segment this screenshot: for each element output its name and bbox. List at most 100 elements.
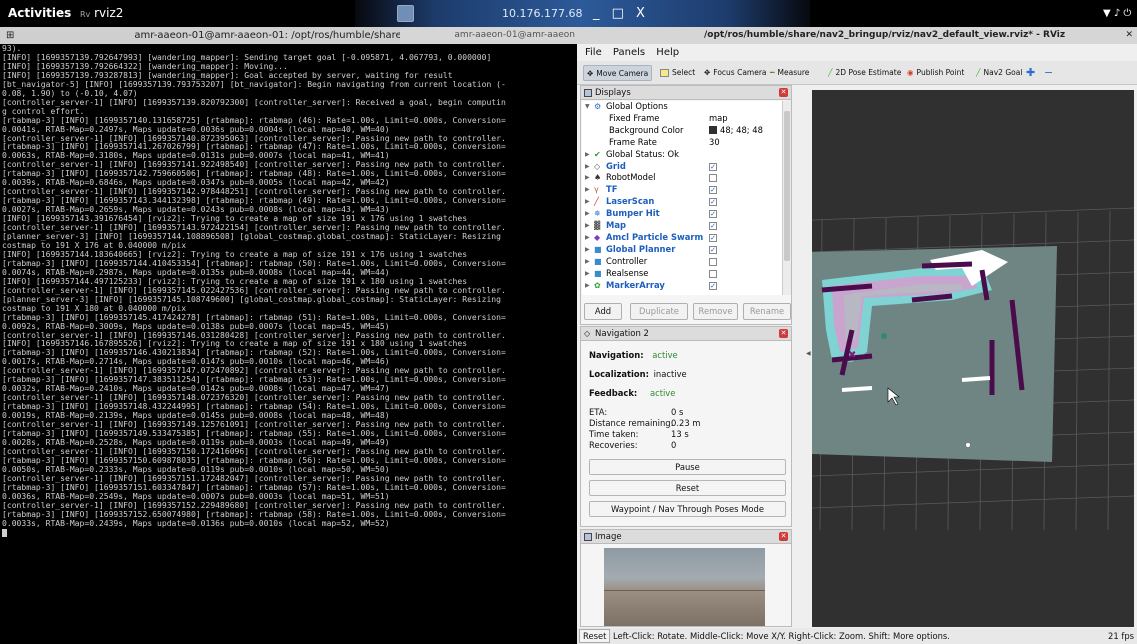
tree-global-options[interactable]: ▼ ⚙ Global Options — [582, 101, 782, 113]
waypoint-mode-button[interactable]: Waypoint / Nav Through Poses Mode — [589, 501, 786, 517]
expand-icon[interactable]: ▶ — [585, 172, 590, 184]
odom-dot — [966, 443, 970, 447]
tree-global-status[interactable]: ▶ ✔ Global Status: Ok — [582, 149, 782, 161]
enable-checkbox[interactable] — [709, 269, 717, 278]
panel-splitter[interactable]: ◀ — [805, 90, 812, 627]
displays-title[interactable]: Displays ✕ — [581, 86, 791, 100]
enable-checkbox[interactable]: ✓ — [709, 281, 717, 290]
display-type-icon: ◆ — [594, 232, 601, 242]
display-item[interactable]: ▶ ✿ MarkerArray ✓ — [582, 280, 782, 292]
tool-select[interactable]: Select — [657, 65, 698, 81]
terminal-output[interactable]: 93). [INFO] [1699357139.792647993] [wande… — [0, 44, 577, 642]
remove-button[interactable]: Remove — [693, 303, 738, 320]
expand-icon[interactable]: ▶ — [585, 256, 590, 268]
close-icon[interactable]: ✕ — [1125, 27, 1133, 44]
expand-icon[interactable]: ▶ — [585, 208, 590, 220]
displays-scrollbar[interactable] — [782, 101, 791, 295]
display-item-label: Realsense — [606, 267, 649, 278]
color-swatch — [709, 126, 717, 135]
enable-checkbox[interactable]: ✓ — [709, 210, 717, 219]
add-button[interactable]: Add — [584, 303, 622, 320]
tool-nav2-goal[interactable]: ╱ Nav2 Goal — [973, 65, 1025, 81]
expand-icon[interactable]: ▶ — [585, 196, 590, 208]
enable-checkbox[interactable]: ✓ — [709, 245, 717, 254]
displays-icon — [584, 89, 592, 97]
close-icon[interactable]: ✕ — [779, 532, 788, 541]
display-item-label: LaserScan — [606, 196, 655, 207]
menu-help[interactable]: Help — [656, 47, 679, 58]
vnc-window-controls[interactable]: _ □ X — [593, 0, 649, 27]
display-item[interactable]: ▶ ■ Controller — [582, 256, 782, 268]
scroll-thumb[interactable] — [784, 111, 790, 261]
tree-fixed-frame[interactable]: Fixed Frame map — [582, 113, 782, 125]
display-item[interactable]: ▶ ✵ Bumper Hit ✓ — [582, 208, 782, 220]
close-icon[interactable]: ✕ — [779, 329, 788, 338]
terminal-icon[interactable]: ⊞ — [6, 27, 14, 44]
display-item[interactable]: ▶ ◇ Grid ✓ — [582, 161, 782, 173]
rviz-titlebar[interactable]: /opt/ros/humble/share/nav2_bringup/rviz/… — [577, 27, 1137, 44]
enable-checkbox[interactable]: ✓ — [709, 162, 717, 171]
display-item[interactable]: ▶ ■ Realsense — [582, 268, 782, 280]
tool-move-camera[interactable]: ✥ Move Camera — [583, 65, 653, 81]
terminal-title: amr-aaeon-01@amr-aaeon-01: /opt/ros/humb… — [134, 30, 443, 41]
display-item[interactable]: ▶ ♠ RobotModel — [582, 172, 782, 184]
3d-view[interactable]: ✖ — [812, 90, 1134, 627]
enable-checkbox[interactable]: ✓ — [709, 186, 717, 195]
display-type-icon: ✵ — [594, 209, 601, 219]
close-icon[interactable]: ✕ — [779, 88, 788, 97]
menu-panels[interactable]: Panels — [613, 47, 645, 58]
enable-checkbox[interactable]: ✓ — [709, 222, 717, 230]
app-name: rviz2 — [94, 6, 124, 20]
display-item[interactable]: ▶ ▓ Map ✓ — [582, 220, 782, 232]
expand-icon[interactable]: ▶ — [585, 268, 590, 280]
tool-measure[interactable]: ━ Measure — [767, 65, 812, 81]
menu-file[interactable]: File — [585, 47, 602, 58]
expand-icon[interactable]: ▶ — [585, 244, 590, 256]
terminal-window[interactable]: ⊞ amr-aaeon-01@amr-aaeon-01: /opt/ros/hu… — [0, 27, 577, 644]
enable-checkbox[interactable]: ✓ — [709, 198, 717, 207]
expand-icon[interactable]: ▶ — [585, 280, 590, 292]
expand-icon[interactable]: ▶ — [585, 184, 590, 196]
tool-bar: ✥ Move Camera Select ✥ Focus Camera ━ Measu… — [577, 61, 1137, 85]
tool-focus-camera[interactable]: ✥ Focus Camera — [701, 65, 770, 81]
image-title[interactable]: Image ✕ — [581, 530, 791, 544]
recoveries-row: Recoveries: 0 — [589, 440, 677, 450]
tree-frame-rate[interactable]: Frame Rate 30 — [582, 137, 782, 149]
bg-color-value[interactable]: 48; 48; 48 — [709, 125, 763, 137]
enable-checkbox[interactable] — [709, 257, 717, 266]
vnc-pin-icon[interactable] — [397, 5, 414, 22]
navigation-status: Navigation: active — [589, 350, 678, 360]
duplicate-button[interactable]: Duplicate — [630, 303, 688, 320]
display-item[interactable]: ▶ γ TF ✓ — [582, 184, 782, 196]
rename-button[interactable]: Rename — [743, 303, 791, 320]
display-item[interactable]: ▶ ╱ LaserScan ✓ — [582, 196, 782, 208]
rviz-title: /opt/ros/humble/share/nav2_bringup/rviz/… — [704, 30, 1066, 40]
tool-2d-pose-estimate[interactable]: ╱ 2D Pose Estimate — [825, 65, 904, 81]
nav2-goal-icon: ╱ — [976, 68, 981, 77]
splitter-arrow-icon[interactable]: ◀ — [806, 350, 811, 357]
tree-background-color[interactable]: Background Color 48; 48; 48 — [582, 125, 782, 137]
display-item-label: MarkerArray — [606, 279, 665, 290]
tool-publish-point[interactable]: ◉ Publish Point — [904, 65, 967, 81]
pause-button[interactable]: Pause — [589, 459, 786, 475]
move-camera-icon: ✥ — [587, 69, 594, 78]
nav2-title[interactable]: ◇ Navigation 2 ✕ — [581, 327, 791, 341]
display-item[interactable]: ▶ ◆ Amcl Particle Swarm ✓ — [582, 232, 782, 244]
terminal-cursor — [2, 529, 7, 538]
display-item-label: Map — [606, 220, 626, 230]
collapse-icon[interactable]: ▼ — [585, 101, 590, 113]
system-tray[interactable]: ▼ ♪ ⏻ — [1103, 0, 1131, 27]
expand-icon[interactable]: ▶ — [585, 232, 590, 244]
app-menu[interactable]: Rv rviz2 — [80, 0, 123, 27]
expand-icon[interactable]: ▶ — [585, 149, 590, 161]
remove-tool-icon[interactable]: − — [1041, 65, 1056, 81]
expand-icon[interactable]: ▶ — [585, 161, 590, 173]
add-tool-icon[interactable]: ✚ — [1023, 65, 1038, 81]
activities-button[interactable]: Activities — [8, 0, 71, 27]
expand-icon[interactable]: ▶ — [585, 220, 590, 232]
reset-button[interactable]: Reset — [589, 480, 786, 496]
enable-checkbox[interactable]: ✓ — [709, 233, 717, 242]
display-item[interactable]: ▶ ■ Global Planner ✓ — [582, 244, 782, 256]
status-reset-button[interactable]: Reset — [579, 629, 611, 643]
enable-checkbox[interactable] — [709, 174, 717, 183]
